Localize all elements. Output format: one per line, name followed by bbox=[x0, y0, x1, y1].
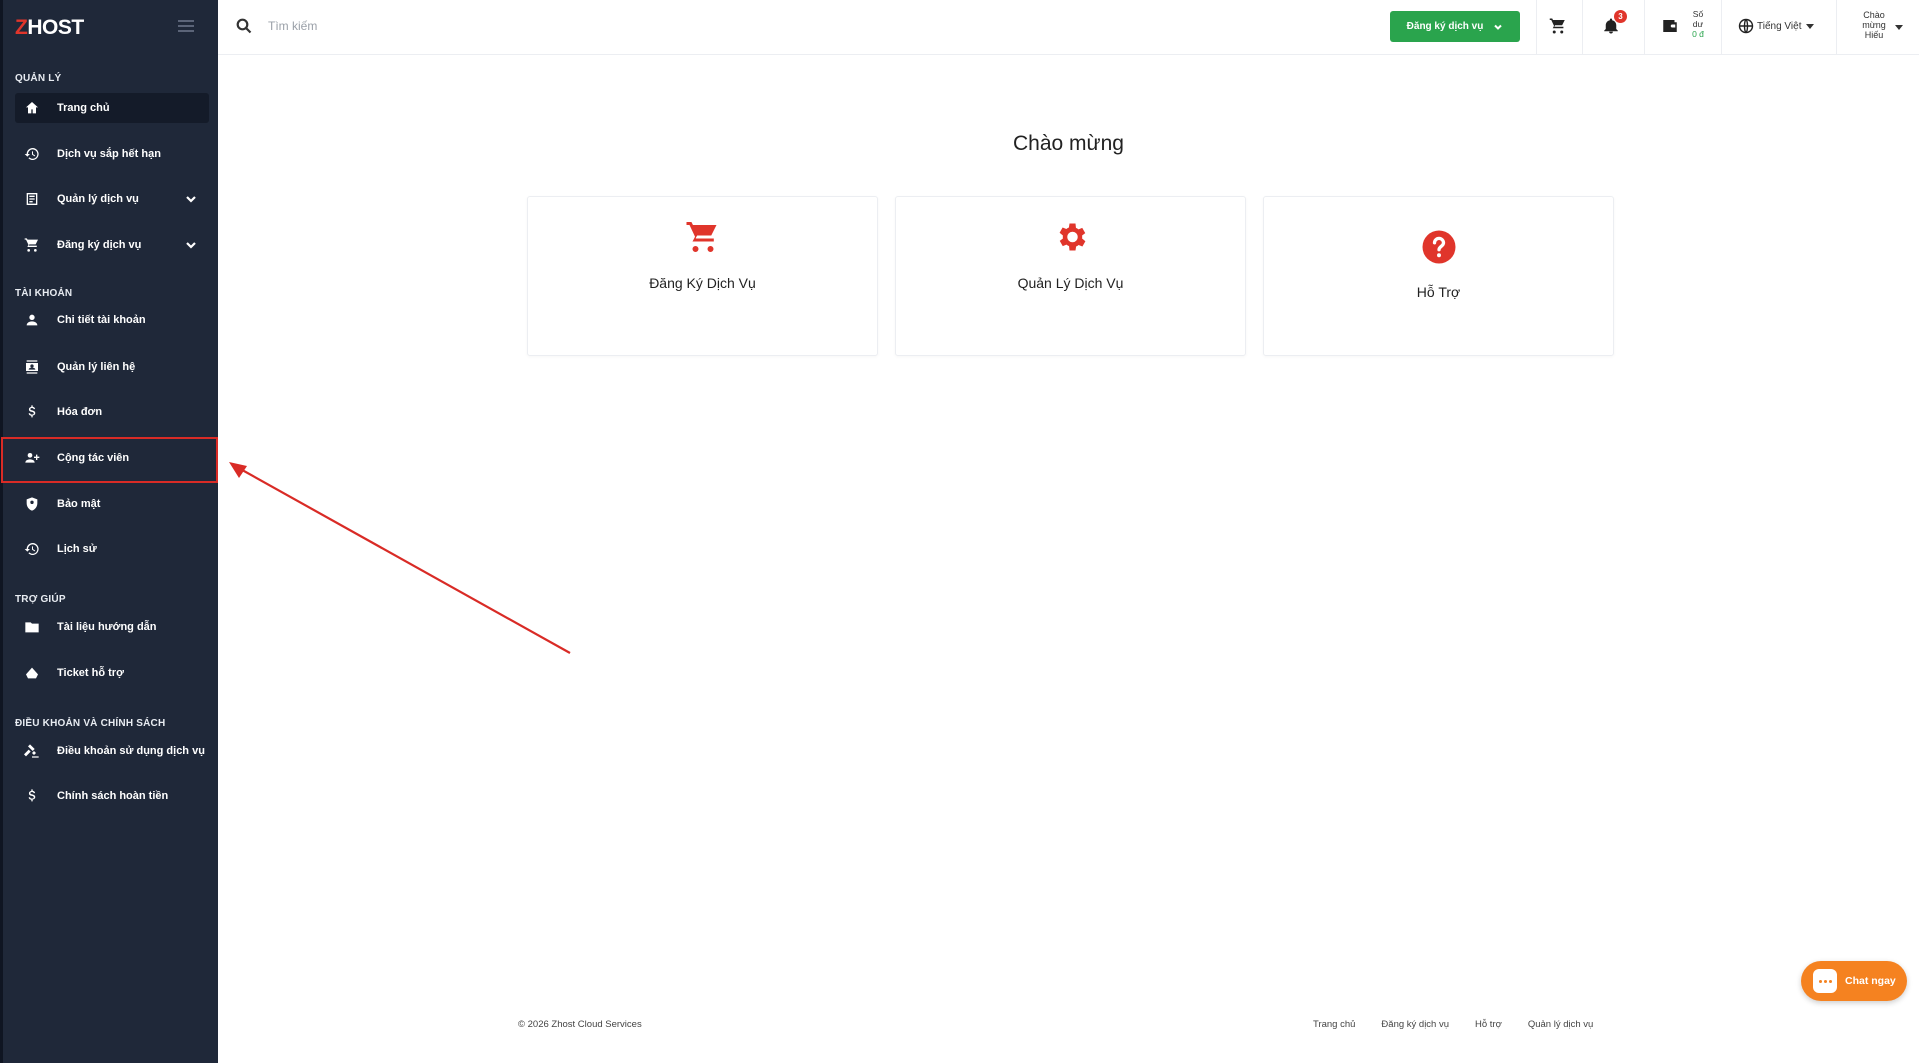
section-title-help: TRỢ GIÚP bbox=[15, 594, 66, 605]
sidebar-item-manage-services[interactable]: Quản lý dịch vụ bbox=[15, 184, 209, 214]
footer-link-support[interactable]: Hỗ trợ bbox=[1475, 1019, 1502, 1030]
user-menu[interactable]: Chào mừng Hiếu bbox=[1859, 10, 1889, 40]
chevron-down-icon bbox=[185, 239, 197, 251]
menu-toggle-icon[interactable] bbox=[178, 20, 194, 32]
folder-icon bbox=[23, 618, 41, 636]
chevron-down-icon bbox=[185, 193, 197, 205]
chat-bubble-icon bbox=[1813, 969, 1837, 993]
divider bbox=[1536, 0, 1537, 54]
sidebar-item-terms-of-service[interactable]: Điều khoản sử dụng dịch vụ bbox=[15, 736, 209, 766]
logo[interactable]: ZHOST bbox=[15, 16, 84, 40]
caret-down-icon bbox=[1806, 23, 1815, 29]
home-icon bbox=[23, 99, 41, 117]
footer-link-manage-service[interactable]: Quản lý dịch vụ bbox=[1528, 1019, 1593, 1030]
history-icon bbox=[23, 540, 41, 558]
balance-display[interactable]: Số dư 0 đ bbox=[1688, 9, 1708, 39]
topbar: Đăng ký dịch vụ 3 Số dư 0 đ Tiếng Việt C… bbox=[218, 0, 1919, 55]
cart-icon bbox=[23, 236, 41, 254]
footer-link-home[interactable]: Trang chủ bbox=[1313, 1019, 1355, 1030]
wallet-icon[interactable] bbox=[1661, 17, 1679, 35]
shield-icon bbox=[23, 495, 41, 513]
sidebar-item-invoices[interactable]: Hóa đơn bbox=[15, 397, 209, 427]
footer-link-register-service[interactable]: Đăng ký dịch vụ bbox=[1381, 1019, 1449, 1030]
sidebar-item-history[interactable]: Lịch sử bbox=[15, 534, 209, 564]
annotation-arrow bbox=[229, 462, 571, 654]
footer-links: Trang chủ Đăng ký dịch vụ Hỗ trợ Quản lý… bbox=[1313, 1019, 1593, 1030]
sidebar-item-register-services[interactable]: Đăng ký dịch vụ bbox=[15, 230, 209, 260]
dollar-icon bbox=[23, 403, 41, 421]
page-title: Chào mừng bbox=[1013, 132, 1124, 155]
sidebar-item-home[interactable]: Trang chủ bbox=[15, 93, 209, 123]
section-title-terms: ĐIỀU KHOẢN VÀ CHÍNH SÁCH bbox=[15, 718, 166, 729]
list-box-icon bbox=[23, 190, 41, 208]
search-input[interactable] bbox=[268, 14, 568, 38]
section-title-manage: QUẢN LÝ bbox=[15, 73, 62, 84]
notification-badge: 3 bbox=[1614, 10, 1627, 23]
chevron-down-icon bbox=[1494, 24, 1503, 30]
globe-icon bbox=[1738, 18, 1754, 34]
balance-amount: 0 đ bbox=[1692, 29, 1704, 39]
sidebar-item-refund-policy[interactable]: Chính sách hoàn tiền bbox=[15, 781, 209, 811]
highlight-annotation-box bbox=[1, 437, 218, 483]
card-register-service[interactable]: Đăng Ký Dịch Vụ bbox=[527, 196, 878, 356]
gavel-icon bbox=[23, 742, 41, 760]
sidebar-item-docs[interactable]: Tài liệu hướng dẫn bbox=[15, 612, 209, 642]
divider bbox=[1836, 0, 1837, 54]
contact-card-icon bbox=[23, 358, 41, 376]
sidebar-item-contacts[interactable]: Quản lý liên hệ bbox=[15, 352, 209, 382]
cart-icon[interactable] bbox=[1549, 17, 1567, 35]
dollar-icon bbox=[23, 787, 41, 805]
sidebar-item-support-ticket[interactable]: Ticket hỗ trợ bbox=[15, 658, 209, 688]
divider bbox=[1582, 0, 1583, 54]
chat-now-button[interactable]: Chat ngay bbox=[1801, 961, 1907, 1001]
divider bbox=[1721, 0, 1722, 54]
question-icon bbox=[1421, 229, 1457, 270]
card-manage-service[interactable]: Quản Lý Dịch Vụ bbox=[895, 196, 1246, 356]
register-service-button[interactable]: Đăng ký dịch vụ bbox=[1390, 11, 1520, 42]
gear-icon bbox=[1053, 219, 1089, 260]
section-title-account: TÀI KHOẢN bbox=[15, 288, 73, 299]
divider bbox=[1644, 0, 1645, 54]
cart-icon bbox=[685, 219, 721, 260]
search-icon[interactable] bbox=[236, 18, 252, 34]
card-support[interactable]: Hỗ Trợ bbox=[1263, 196, 1614, 356]
ticket-icon bbox=[23, 664, 41, 682]
copyright: © 2026 Zhost Cloud Services bbox=[518, 1019, 642, 1030]
caret-down-icon[interactable] bbox=[1895, 25, 1903, 30]
sidebar-item-security[interactable]: Bảo mật bbox=[15, 489, 209, 519]
language-selector[interactable]: Tiếng Việt bbox=[1738, 18, 1815, 34]
sidebar-item-account-details[interactable]: Chi tiết tài khoản bbox=[15, 305, 209, 335]
sidebar: ZHOST QUẢN LÝ Trang chủ Dịch vụ sắp hết … bbox=[0, 0, 218, 1063]
user-icon bbox=[23, 311, 41, 329]
